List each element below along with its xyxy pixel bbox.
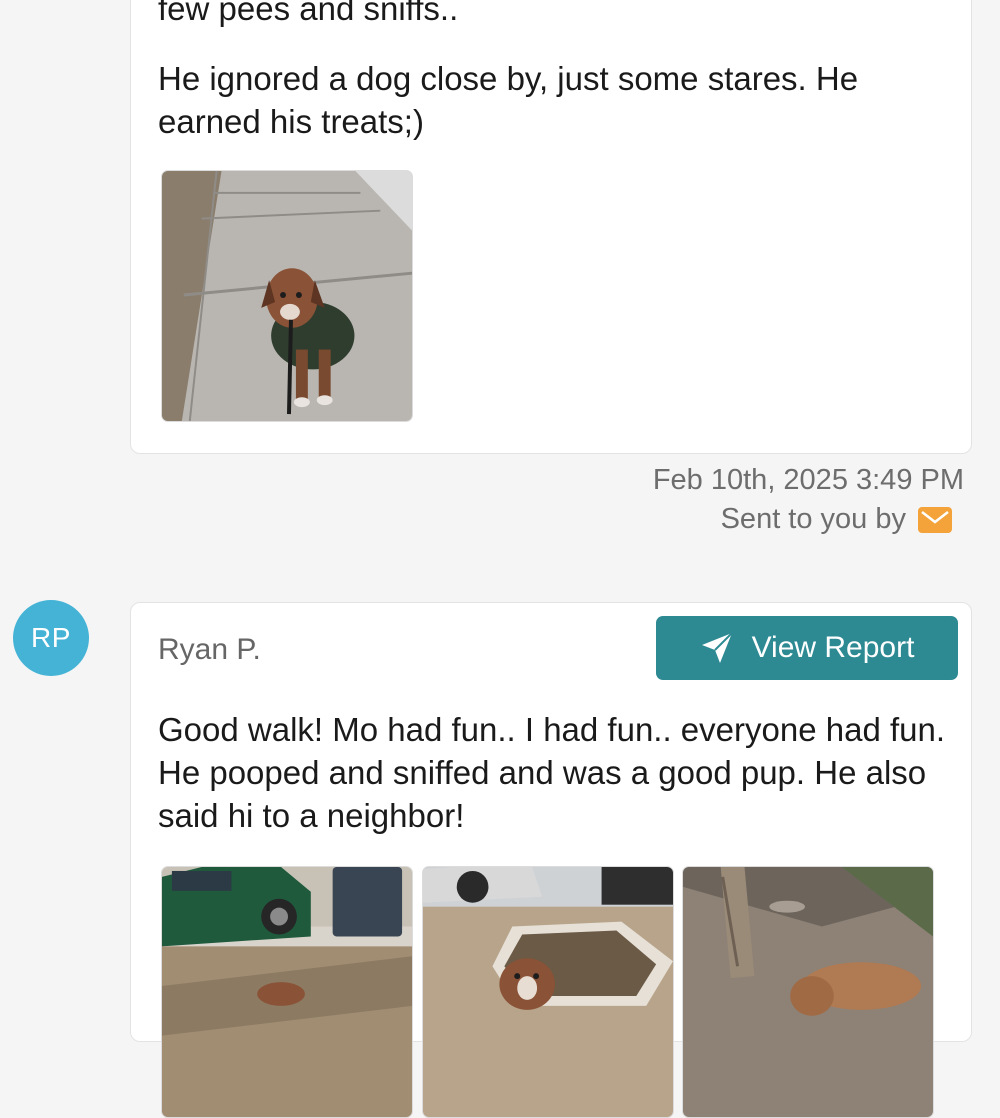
message-card: Ryan P. View Report Good walk! Mo had fu… [130,602,972,1118]
dog-by-planter-image [423,867,673,1117]
dog-photo[interactable] [161,866,413,1118]
dog-photo[interactable] [161,170,413,422]
message-timestamp: Feb 10th, 2025 3:49 PM [652,464,964,496]
sender-name: Ryan P. [158,633,261,666]
view-report-button[interactable]: View Report [656,616,958,680]
dog-photo[interactable] [682,866,934,1118]
sent-by-label: Sent to you by [720,503,906,535]
view-report-label: View Report [751,631,915,664]
message-card: few pees and sniffs.. He ignored a dog c… [130,0,972,454]
envelope-icon [918,506,952,533]
sent-by-line: Sent to you by [721,503,952,536]
paper-plane-icon [700,631,734,665]
dog-by-tree-image [683,867,933,1117]
dog-on-sidewalk-image [162,171,412,421]
message-text: He ignored a dog close by, just some sta… [158,60,859,140]
avatar[interactable]: RP [13,600,89,676]
avatar-initials: RP [31,622,71,653]
dog-by-car-image [162,867,412,1117]
message-text: Good walk! Mo had fun.. I had fun.. ever… [158,711,946,834]
message-text: few pees and sniffs.. [158,0,459,27]
dog-photo[interactable] [422,866,674,1118]
